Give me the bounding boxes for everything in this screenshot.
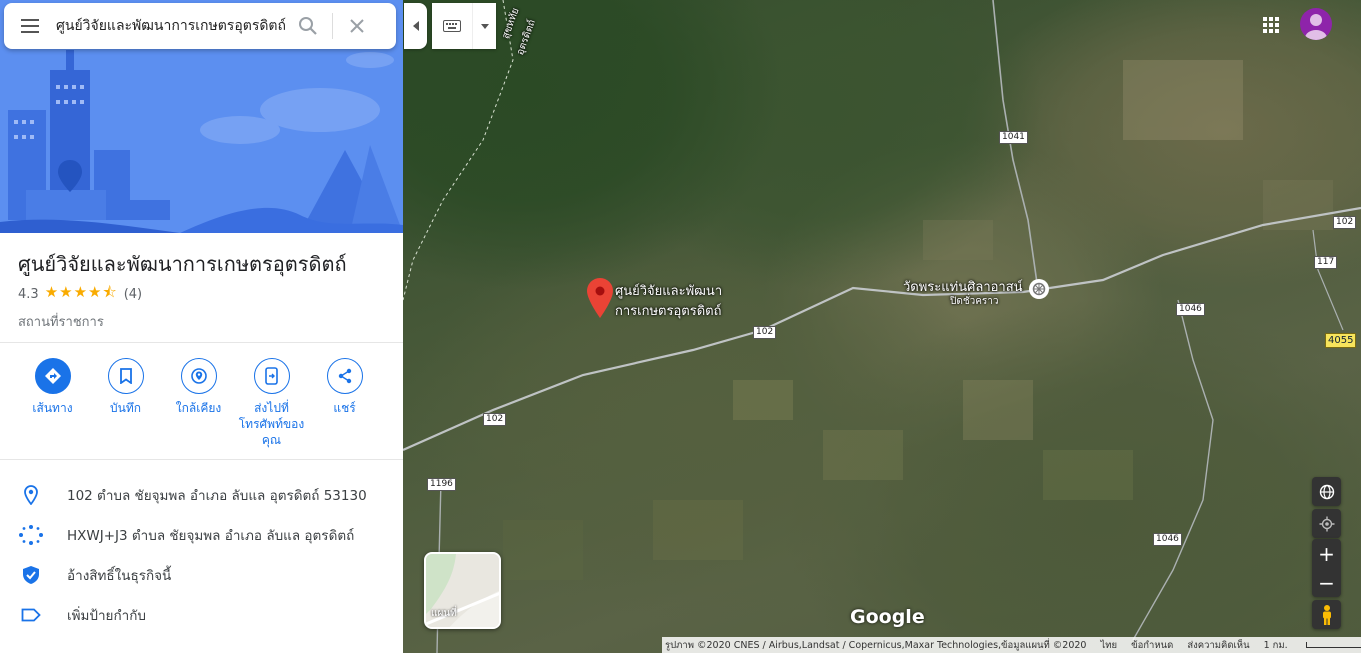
google-logo: Google [850, 606, 925, 628]
road-shield-102-right: 102 [1333, 216, 1357, 229]
map-type-toggle[interactable]: แผนที่ [424, 552, 501, 629]
temple-status: ปิดชั่วคราว [950, 296, 999, 307]
menu-button[interactable] [4, 3, 56, 49]
collapse-panel-button[interactable] [404, 3, 427, 49]
location-pin-icon [18, 485, 44, 505]
nearby-label: ใกล้เคียง [175, 401, 222, 415]
address-text: 102 ตำบล ชัยจุมพล อำเภอ ลับแล อุตรดิตถ์ … [67, 488, 367, 504]
label-tag-icon [18, 608, 44, 622]
hamburger-menu-icon [21, 19, 39, 33]
rating-value: 4.3 [18, 287, 39, 302]
directions-button[interactable]: เส้นทาง [16, 358, 89, 448]
nearby-button[interactable]: ใกล้เคียง [162, 358, 235, 448]
keyboard-icon [432, 20, 472, 32]
road-shield-4055: 4055 [1325, 333, 1357, 348]
star-rating-icon: ★★★★⯪ [44, 283, 118, 301]
add-label-text: เพิ่มป้ายกำกับ [67, 608, 146, 624]
send-to-phone-icon [253, 358, 290, 394]
plus-code-text: HXWJ+J3 ตำบล ชัยจุมพล อำเภอ ลับแล อุตรดิ… [67, 528, 355, 544]
input-tools-button[interactable] [432, 3, 496, 49]
share-button[interactable]: แชร์ [308, 358, 381, 448]
place-header: ศูนย์วิจัยและพัฒนาการเกษตรอุตรดิตถ์ 4.3 … [18, 250, 398, 332]
send-to-phone-button[interactable]: ส่งไปที่ โทรศัพท์ของ คุณ [235, 358, 308, 448]
directions-label: เส้นทาง [32, 401, 73, 415]
maps-app: สุขหทัย อุตรดิตถ์ 1041 102 117 1046 4055… [0, 0, 1361, 653]
save-label: บันทึก [110, 401, 141, 415]
account-avatar[interactable] [1300, 8, 1332, 40]
road-shield-1046-a: 1046 [1176, 303, 1205, 316]
zoom-controls: + − [1312, 539, 1341, 597]
scale-indicator[interactable]: 1 กม. [1264, 638, 1361, 653]
action-buttons: เส้นทาง บันทึก ใกล้เคียง ส่งไปที่ โทรศัพ… [16, 358, 386, 448]
directions-icon [34, 358, 71, 394]
place-marker[interactable] [587, 278, 613, 318]
place-info-list: 102 ตำบล ชัยจุมพล อำเภอ ลับแล อุตรดิตถ์ … [0, 475, 403, 635]
address-row[interactable]: 102 ตำบล ชัยจุมพล อำเภอ ลับแล อุตรดิตถ์ … [0, 475, 403, 515]
road-shield-1046-b: 1046 [1153, 533, 1182, 546]
scale-bar [1305, 642, 1361, 648]
zoom-in-button[interactable]: + [1312, 539, 1341, 568]
zoom-out-button[interactable]: − [1312, 568, 1341, 597]
send-to-phone-label: ส่งไปที่ โทรศัพท์ของ คุณ [238, 401, 305, 447]
road-shield-102-left: 102 [483, 413, 507, 426]
add-label-row[interactable]: เพิ่มป้ายกำกับ [0, 595, 403, 635]
divider [0, 342, 403, 343]
marker-label-line1[interactable]: ศูนย์วิจัยและพัฒนา [615, 280, 722, 301]
pegman-icon [1322, 604, 1331, 625]
scale-label: 1 กม. [1263, 639, 1288, 651]
place-panel: ศูนย์วิจัยและพัฒนาการเกษตรอุตรดิตถ์ 4.3 … [0, 0, 403, 653]
share-icon [326, 358, 363, 394]
road-shield-117: 117 [1314, 256, 1338, 269]
search-bar [4, 3, 396, 49]
nearby-icon [180, 358, 217, 394]
globe-view-button[interactable] [1312, 477, 1341, 506]
plus-code-icon [18, 524, 44, 546]
search-input[interactable] [56, 11, 288, 41]
search-divider [332, 13, 333, 39]
save-button[interactable]: บันทึก [89, 358, 162, 448]
marker-label-line2[interactable]: การเกษตรอุตรดิตถ์ [615, 300, 721, 321]
divider [0, 459, 403, 460]
verified-shield-icon [18, 565, 44, 585]
search-icon [299, 17, 317, 35]
place-category[interactable]: สถานที่ราชการ [18, 311, 398, 332]
my-location-button[interactable] [1312, 509, 1341, 538]
bookmark-icon [107, 358, 144, 394]
temple-icon [1032, 282, 1046, 296]
marker-pin-icon [587, 278, 613, 318]
claim-business-row[interactable]: อ้างสิทธิ์ในธุรกิจนี้ [0, 555, 403, 595]
share-label: แชร์ [333, 401, 356, 415]
attribution-text: รูปภาพ ©2020 CNES / Airbus,Landsat / Cop… [665, 639, 1087, 651]
globe-icon [1319, 484, 1334, 499]
map-roads-layer [403, 0, 1361, 653]
input-tools-dropdown-icon[interactable] [472, 3, 496, 49]
language-link[interactable]: ไทย [1100, 638, 1117, 653]
road-shield-1196: 1196 [427, 478, 456, 491]
search-button[interactable] [288, 3, 328, 49]
plus-code-row[interactable]: HXWJ+J3 ตำบล ชัยจุมพล อำเภอ ลับแล อุตรดิ… [0, 515, 403, 555]
satellite-map[interactable]: สุขหทัย อุตรดิตถ์ 1041 102 117 1046 4055… [403, 0, 1361, 653]
google-apps-button[interactable] [1258, 12, 1284, 38]
avatar-person-icon [1305, 14, 1327, 40]
temple-poi[interactable] [1029, 279, 1049, 299]
street-view-pegman[interactable] [1312, 600, 1341, 629]
rating-row[interactable]: 4.3 ★★★★⯪ (4) [18, 282, 398, 307]
terms-link[interactable]: ข้อกำหนด [1131, 638, 1173, 653]
location-crosshair-icon [1319, 516, 1334, 531]
road-shield-102-mid: 102 [753, 326, 777, 339]
feedback-link[interactable]: ส่งความคิดเห็น [1187, 638, 1249, 653]
minimap-label: แผนที่ [431, 608, 457, 619]
close-icon [350, 19, 364, 33]
clear-search-button[interactable] [337, 3, 377, 49]
apps-grid-icon [1263, 17, 1279, 33]
place-title: ศูนย์วิจัยและพัฒนาการเกษตรอุตรดิตถ์ [18, 252, 347, 276]
claim-business-text: อ้างสิทธิ์ในธุรกิจนี้ [67, 568, 172, 584]
road-shield-1041: 1041 [999, 131, 1028, 144]
review-count[interactable]: (4) [124, 287, 142, 302]
map-footer: รูปภาพ ©2020 CNES / Airbus,Landsat / Cop… [662, 637, 1361, 653]
caret-left-icon [412, 21, 419, 31]
